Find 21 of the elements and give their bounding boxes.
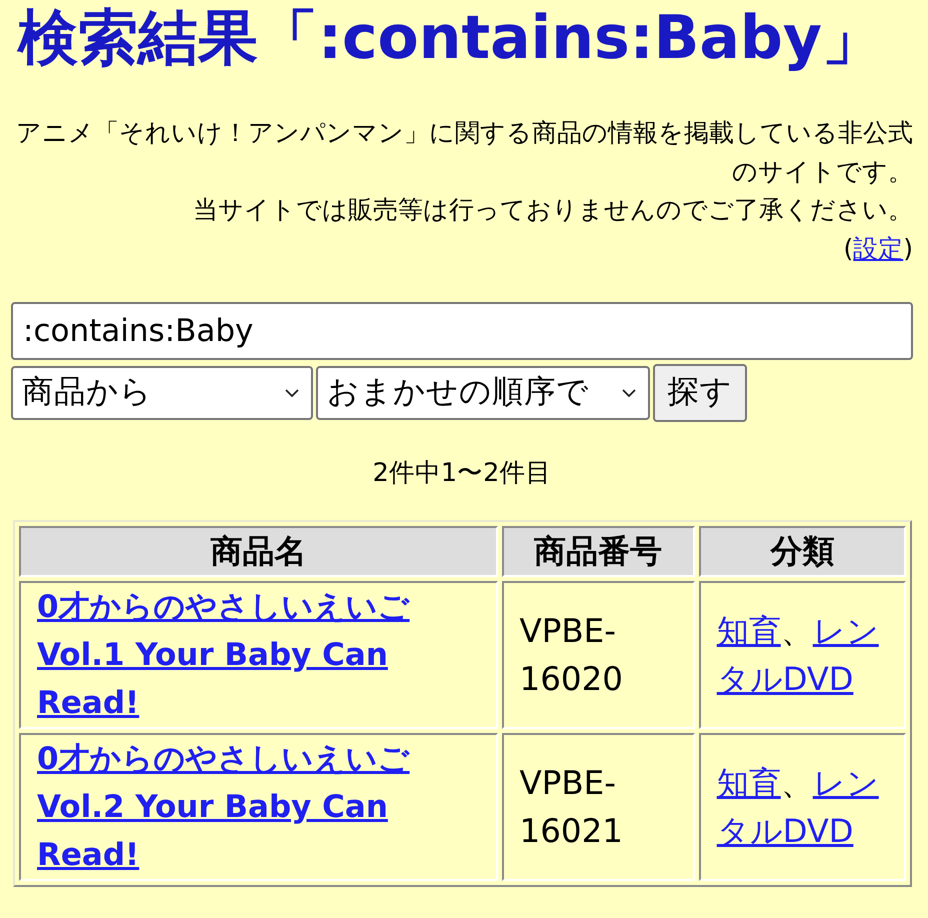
search-field[interactable]: :contains:Baby [11, 302, 913, 360]
settings-note: (設定) [842, 232, 913, 264]
page-title: 検索結果「:contains:Baby」 [18, 2, 882, 74]
chevron-down-icon [285, 389, 299, 397]
column-header: 商品番号 [502, 526, 695, 577]
sort-order-dropdown[interactable]: おまかせの順序で [316, 366, 650, 420]
category-links[interactable]: 知育、レンタルDVD [716, 607, 894, 703]
result-count: 2件中1〜2件目 [372, 457, 552, 490]
column-header: 商品名 [19, 526, 498, 577]
column-header: 分類 [698, 526, 906, 577]
product-number: VPBE-16020 [502, 581, 695, 729]
search-scope-dropdown[interactable]: 商品から [11, 366, 313, 420]
product-name-link[interactable]: 0才からのやさしいえいご Vol.2 Your Baby Can Read! [37, 735, 422, 879]
settings-link[interactable]: 設定 [853, 234, 904, 262]
search-button[interactable]: 探す [653, 364, 747, 422]
chevron-down-icon [622, 389, 636, 397]
product-number: VPBE-16021 [502, 733, 695, 881]
intro-text: 当サイトでは販売等は行っておりませんのでご了承ください。 [192, 194, 913, 226]
intro-text: アニメ「それいけ！アンパンマン」に関する商品の情報を掲載している非公式のサイトです。 [15, 117, 913, 188]
category-links[interactable]: 知育、レンタルDVD [716, 759, 894, 855]
product-name-link[interactable]: 0才からのやさしいえいご Vol.1 Your Baby Can Read! [37, 583, 422, 727]
